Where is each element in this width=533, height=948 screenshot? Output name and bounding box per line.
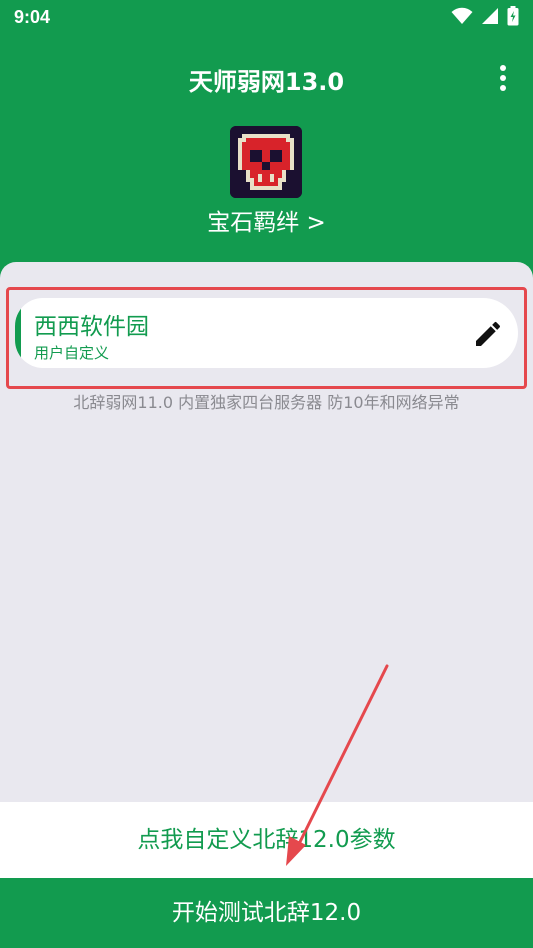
status-bar: 9:04 [0, 0, 533, 36]
header: 9:04 天师弱网13.0 宝石羁绊 > [0, 0, 533, 290]
battery-charging-icon [507, 6, 519, 26]
notice-text: 北辞弱网11.0 内置独家四台服务器 防10年和网络异常 [73, 393, 460, 412]
app-title: 天师弱网13.0 [188, 68, 345, 96]
wifi-icon [451, 7, 473, 24]
pixel-skull-icon [230, 126, 302, 198]
start-test-button[interactable]: 开始测试北辞12.0 [0, 878, 533, 948]
more-vertical-icon[interactable] [493, 62, 513, 94]
app-screen: 9:04 天师弱网13.0 宝石羁绊 > 西西软件园 用户自定义 北辞弱网11.… [0, 0, 533, 948]
signal-icon [482, 8, 498, 24]
customize-params-button[interactable]: 点我自定义北辞12.0参数 [0, 802, 533, 878]
avatar[interactable] [230, 126, 302, 198]
status-icons [451, 6, 519, 26]
status-time: 9:04 [14, 7, 51, 27]
profile-link[interactable]: 宝石羁绊 > [0, 203, 533, 237]
highlight-annotation [6, 287, 527, 389]
